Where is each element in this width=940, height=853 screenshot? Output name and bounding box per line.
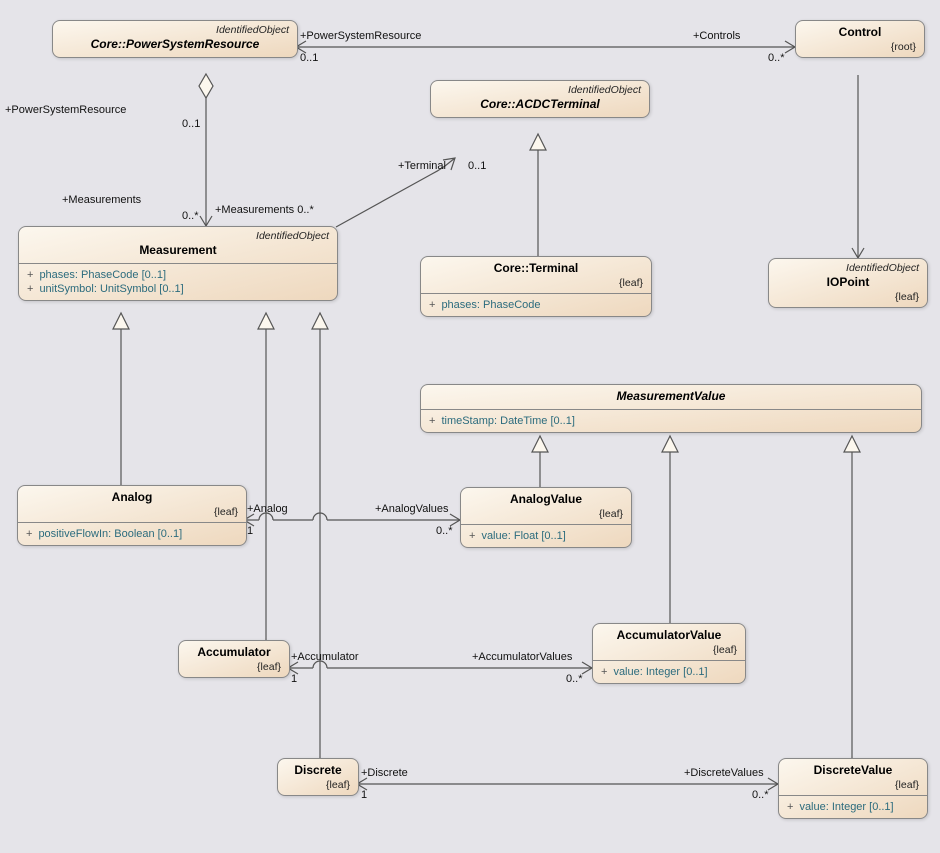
edge-label: +Measurements 0..* [215,204,314,216]
class-name: Discrete [286,762,350,779]
class-name: Accumulator [187,644,281,661]
edge-label: +Measurements [62,194,141,206]
edge-label: 0..1 [300,52,318,64]
attr: +value: Integer [0..1] [787,800,919,814]
class-terminal[interactable]: Core::Terminal {leaf} +phases: PhaseCode [420,256,652,317]
edge-label: +PowerSystemResource [5,104,126,116]
class-discrete[interactable]: Discrete {leaf} [277,758,359,796]
edge-label: 1 [361,789,367,801]
class-analog[interactable]: Analog {leaf} +positiveFlowIn: Boolean [… [17,485,247,546]
class-name: Core::ACDCTerminal [439,96,641,113]
class-name: Core::PowerSystemResource [61,36,289,53]
edge-label: 1 [247,525,253,537]
constraint: {leaf} [429,277,643,289]
attr: +phases: PhaseCode [429,298,643,312]
stereotype: IdentifiedObject [61,24,289,36]
edge-label: 0..* [182,210,199,222]
class-accumulator[interactable]: Accumulator {leaf} [178,640,290,678]
edge-label: +AnalogValues [375,503,449,515]
edge-label: +Discrete [361,767,408,779]
class-discretevalue[interactable]: DiscreteValue {leaf} +value: Integer [0.… [778,758,928,819]
edge-label: +AccumulatorValues [472,651,572,663]
edge-label: 1 [291,673,297,685]
attr: +unitSymbol: UnitSymbol [0..1] [27,282,329,296]
class-measurementvalue[interactable]: MeasurementValue +timeStamp: DateTime [0… [420,384,922,433]
class-name: Analog [26,489,238,506]
stereotype: IdentifiedObject [27,230,329,242]
constraint: {leaf} [26,506,238,518]
stereotype: IdentifiedObject [439,84,641,96]
attr: +phases: PhaseCode [0..1] [27,268,329,282]
edge-label: 0..* [566,673,583,685]
constraint: {leaf} [286,779,350,791]
stereotype: IdentifiedObject [777,262,919,274]
class-analogvalue[interactable]: AnalogValue {leaf} +value: Float [0..1] [460,487,632,548]
class-name: IOPoint [777,274,919,291]
attr: +value: Integer [0..1] [601,665,737,679]
class-name: Measurement [27,242,329,259]
edge-label: 0..1 [182,118,200,130]
class-name: Control [804,24,916,41]
edge-label: +Controls [693,30,740,42]
edge-label: +DiscreteValues [684,767,764,779]
constraint: {leaf} [777,291,919,303]
constraint: {leaf} [787,779,919,791]
class-iopoint[interactable]: IdentifiedObject IOPoint {leaf} [768,258,928,308]
constraint: {leaf} [187,661,281,673]
attr: +positiveFlowIn: Boolean [0..1] [26,527,238,541]
edge-label: +PowerSystemResource [300,30,421,42]
constraint: {leaf} [469,508,623,520]
class-name: AnalogValue [469,491,623,508]
class-name: AccumulatorValue [601,627,737,644]
edge-label: +Accumulator [291,651,359,663]
class-name: Core::Terminal [429,260,643,277]
class-powersystemresource[interactable]: IdentifiedObject Core::PowerSystemResour… [52,20,298,58]
attr: +value: Float [0..1] [469,529,623,543]
class-name: DiscreteValue [787,762,919,779]
edge-label: +Analog [247,503,288,515]
class-measurement[interactable]: IdentifiedObject Measurement +phases: Ph… [18,226,338,301]
edge-label: 0..* [436,525,453,537]
class-acdcterminal[interactable]: IdentifiedObject Core::ACDCTerminal [430,80,650,118]
edge-label: 0..1 [468,160,486,172]
constraint: {leaf} [601,644,737,656]
edge-label: 0..* [768,52,785,64]
class-control[interactable]: Control {root} [795,20,925,58]
attr: +timeStamp: DateTime [0..1] [429,414,913,428]
constraint: {root} [804,41,916,53]
class-accumulatorvalue[interactable]: AccumulatorValue {leaf} +value: Integer … [592,623,746,684]
edge-label: 0..* [752,789,769,801]
edge-label: +Terminal [398,160,446,172]
class-name: MeasurementValue [429,388,913,405]
